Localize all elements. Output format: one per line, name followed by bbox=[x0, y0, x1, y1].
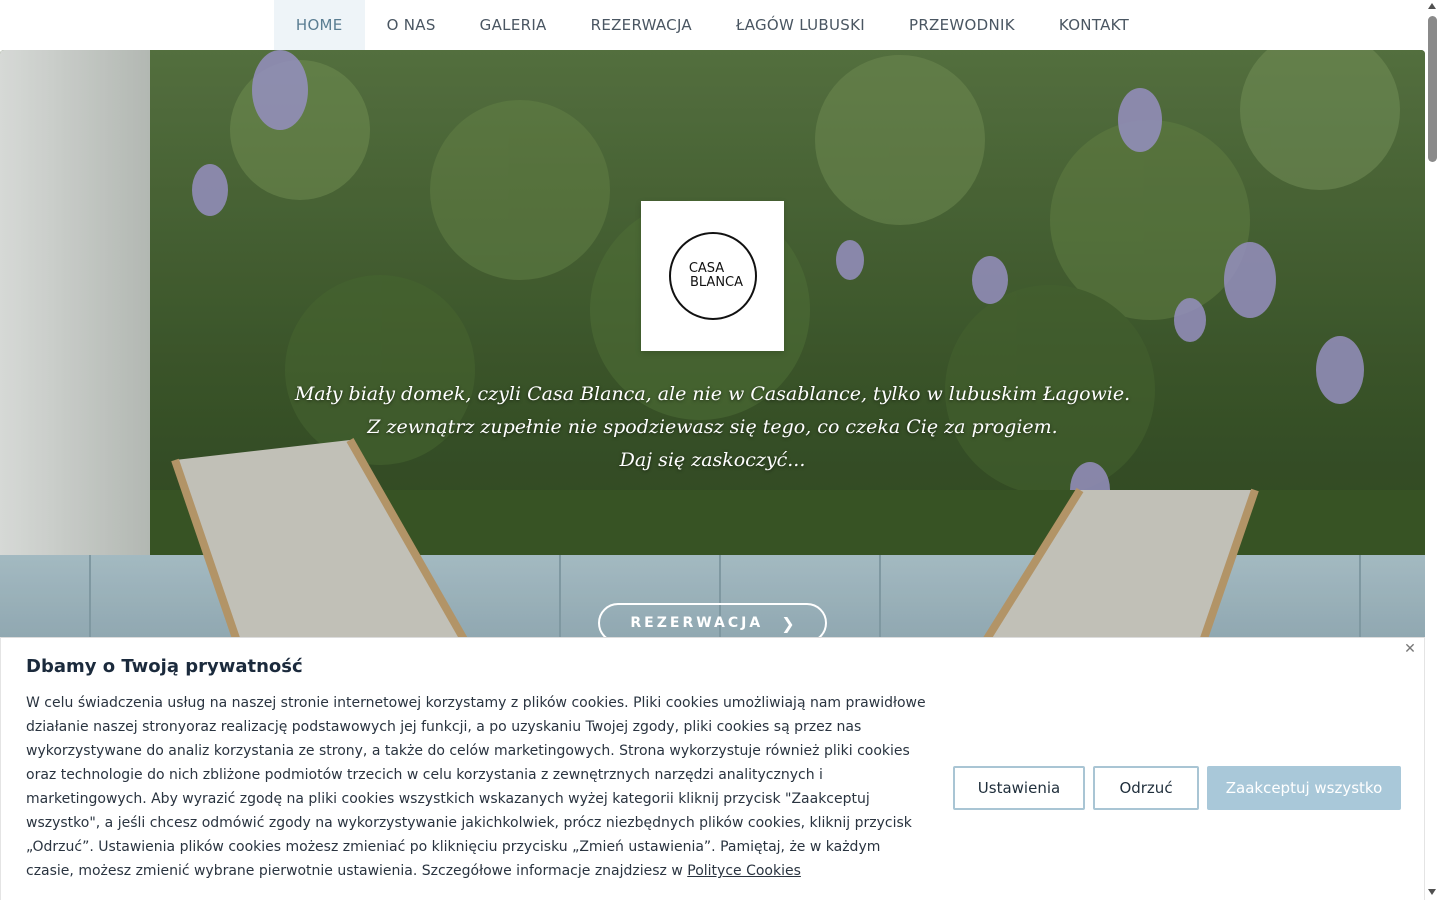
cookie-consent-banner: ✕ Dbamy o Twoją prywatność W celu świadc… bbox=[0, 637, 1425, 900]
hero-tagline: Mały biały domek, czyli Casa Blanca, ale… bbox=[0, 378, 1425, 477]
logo-text-line2: BLANCA bbox=[689, 275, 744, 290]
cookie-accept-all-button[interactable]: Zaakceptuj wszystko bbox=[1207, 766, 1401, 810]
cookie-settings-button[interactable]: Ustawienia bbox=[953, 766, 1085, 810]
nav-item-kontakt[interactable]: KONTAKT bbox=[1037, 0, 1151, 50]
scroll-down-arrow-icon[interactable] bbox=[1428, 889, 1436, 895]
scroll-up-arrow-icon[interactable] bbox=[1428, 3, 1436, 9]
hero-section: CASA BLANCA Mały biały domek, czyli Casa… bbox=[0, 50, 1425, 650]
chevron-right-icon: ❯ bbox=[781, 613, 795, 633]
main-nav: HOME O NAS GALERIA REZERWACJA ŁAGÓW LUBU… bbox=[0, 0, 1425, 50]
nav-item-o-nas[interactable]: O NAS bbox=[365, 0, 458, 50]
tagline-line: Mały biały domek, czyli Casa Blanca, ale… bbox=[294, 383, 1131, 405]
close-icon[interactable]: ✕ bbox=[1402, 641, 1418, 657]
nav-item-lagow-lubuski[interactable]: ŁAGÓW LUBUSKI bbox=[714, 0, 887, 50]
cookie-title: Dbamy o Twoją prywatność bbox=[26, 656, 303, 677]
cookie-description: W celu świadczenia usług na naszej stron… bbox=[26, 691, 931, 883]
nav-item-home[interactable]: HOME bbox=[273, 0, 365, 50]
cookie-reject-button[interactable]: Odrzuć bbox=[1093, 766, 1199, 810]
page-scrollbar[interactable] bbox=[1425, 0, 1440, 900]
casa-blanca-logo: CASA BLANCA bbox=[641, 201, 784, 351]
logo-text-line1: CASA bbox=[688, 261, 725, 276]
nav-item-przewodnik[interactable]: PRZEWODNIK bbox=[887, 0, 1037, 50]
cookie-description-text: W celu świadczenia usług na naszej stron… bbox=[26, 695, 926, 879]
tagline-line: Z zewnątrz zupełnie nie spodziewasz się … bbox=[367, 416, 1058, 438]
nav-item-rezerwacja[interactable]: REZERWACJA bbox=[569, 0, 714, 50]
logo-ring: CASA BLANCA bbox=[668, 232, 757, 320]
cta-label: REZERWACJA bbox=[630, 615, 764, 631]
nav-item-galeria[interactable]: GALERIA bbox=[458, 0, 569, 50]
cookie-policy-link[interactable]: Polityce Cookies bbox=[687, 863, 801, 879]
tagline-line: Daj się zaskoczyć... bbox=[619, 449, 806, 471]
scrollbar-thumb[interactable] bbox=[1428, 16, 1437, 162]
